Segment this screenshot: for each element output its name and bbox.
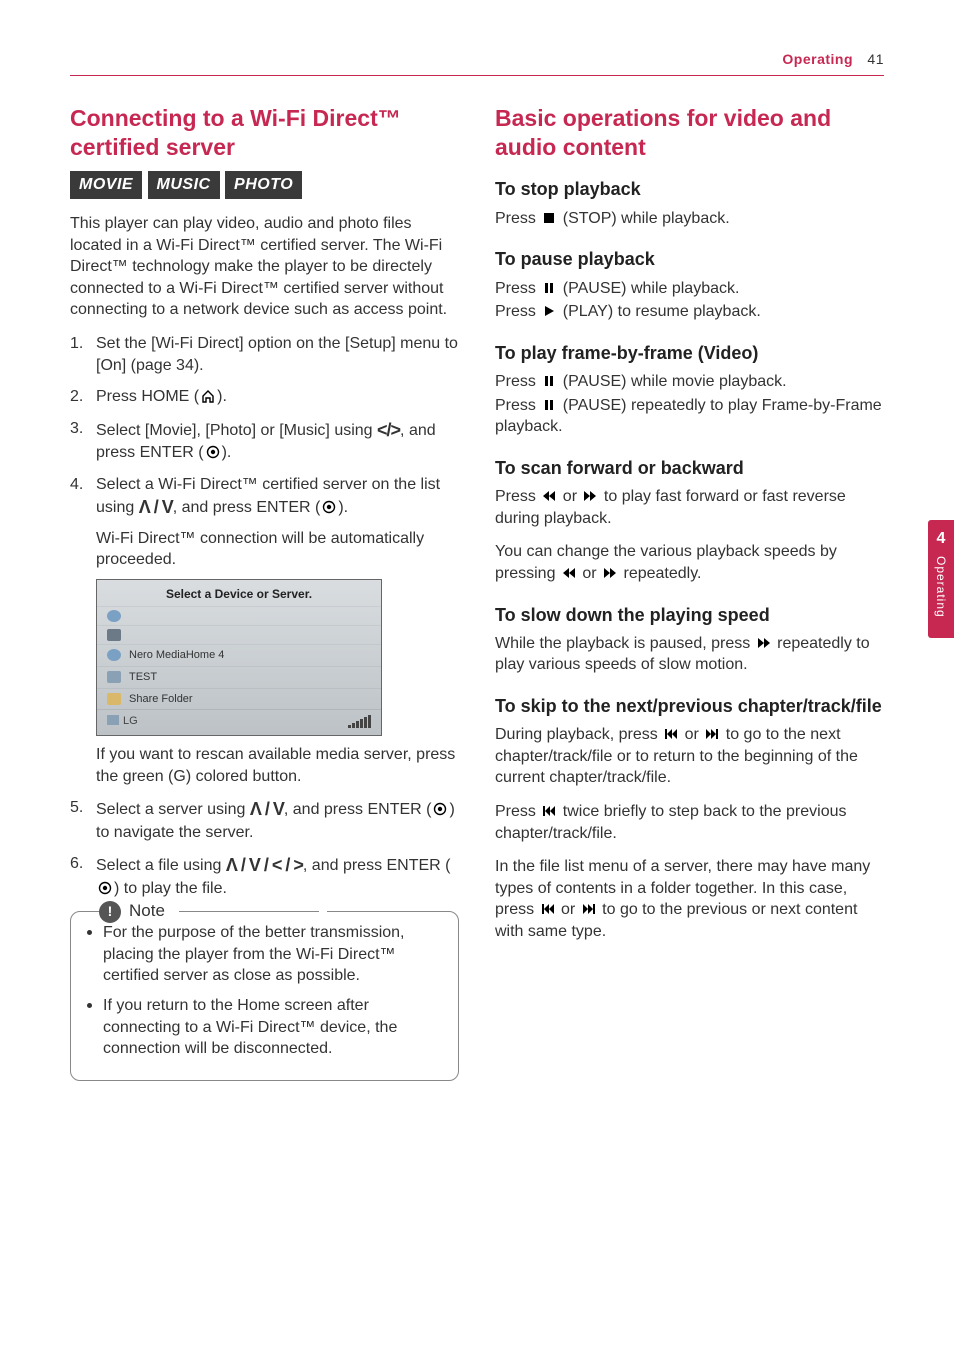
- step-3: Select [Movie], [Photo] or [Music] using…: [70, 418, 459, 464]
- page-header: Operating 41: [70, 50, 884, 76]
- globe-icon: [107, 610, 121, 622]
- step-4-sub: Wi-Fi Direct™ connection will be automat…: [96, 528, 459, 571]
- chip-music: MUSIC: [148, 171, 220, 199]
- home-icon: [201, 389, 215, 407]
- p-stop: Press (STOP) while playback.: [495, 208, 884, 230]
- side-tab-label: Operating: [933, 556, 949, 618]
- globe-icon: [107, 649, 121, 661]
- ss-row: [97, 606, 381, 625]
- folder-icon: [107, 693, 121, 705]
- note-item: If you return to the Home screen after c…: [85, 995, 444, 1060]
- p-scan-2: You can change the various playback spee…: [495, 541, 884, 584]
- note-header: ! Note: [99, 900, 327, 923]
- enter-icon: [322, 500, 336, 518]
- enter-icon: [433, 802, 447, 820]
- p-skip-2: Press twice briefly to step back to the …: [495, 801, 884, 844]
- enter-icon: [206, 445, 220, 463]
- all-arrows-icon: Λ / V / < / >: [226, 855, 303, 875]
- note-label: Note: [129, 900, 165, 923]
- skip-forward-icon: [582, 902, 596, 920]
- pause-icon: [542, 281, 556, 299]
- note-rule: [179, 911, 319, 912]
- h-pause: To pause playback: [495, 247, 884, 271]
- step-4: Select a Wi-Fi Direct™ certified server …: [70, 474, 459, 788]
- signal-icon: [348, 715, 371, 728]
- step-1: Set the [Wi-Fi Direct] option on the [Se…: [70, 333, 459, 376]
- step-2: Press HOME ().: [70, 386, 459, 408]
- p-skip-3: In the file list menu of a server, there…: [495, 856, 884, 942]
- chip-movie: MOVIE: [70, 171, 142, 199]
- up-down-icon: Λ / V: [139, 497, 173, 517]
- device-icon: [107, 629, 121, 641]
- skip-back-icon: [664, 727, 678, 745]
- note-item: For the purpose of the better transmissi…: [85, 922, 444, 987]
- note-box: ! Note For the purpose of the better tra…: [70, 911, 459, 1081]
- h-frame: To play frame-by-frame (Video): [495, 341, 884, 365]
- ss-row: TEST: [97, 666, 381, 688]
- side-tab: 4 Operating: [928, 520, 954, 638]
- p-frame-2: Press (PAUSE) repeatedly to play Frame-b…: [495, 395, 884, 438]
- left-right-icon: </>: [377, 420, 400, 440]
- skip-back-icon: [542, 804, 556, 822]
- ss-row: Share Folder: [97, 688, 381, 710]
- ss-footer: LG: [97, 709, 381, 735]
- header-section: Operating: [782, 51, 853, 67]
- note-list: For the purpose of the better transmissi…: [85, 922, 444, 1060]
- p-slow: While the playback is paused, press repe…: [495, 633, 884, 676]
- left-steps: Set the [Wi-Fi Direct] option on the [Se…: [70, 333, 459, 899]
- pc-icon: [107, 671, 121, 683]
- left-column: Connecting to a Wi-Fi Direct™ certified …: [70, 104, 459, 1081]
- pause-icon: [542, 374, 556, 392]
- ss-row: Nero MediaHome 4: [97, 644, 381, 666]
- up-down-icon: Λ / V: [250, 799, 284, 819]
- ss-title: Select a Device or Server.: [97, 580, 381, 606]
- p-skip-1: During playback, press or to go to the n…: [495, 724, 884, 789]
- pause-icon: [542, 398, 556, 416]
- h-scan: To scan forward or backward: [495, 456, 884, 480]
- play-icon: [542, 304, 556, 322]
- h-stop: To stop playback: [495, 177, 884, 201]
- side-tab-number: 4: [928, 528, 954, 550]
- pc-icon: [107, 715, 119, 725]
- enter-icon: [98, 881, 112, 899]
- server-select-screenshot: Select a Device or Server. Nero MediaHom…: [96, 579, 382, 737]
- step-4-after: If you want to rescan available media se…: [96, 744, 459, 787]
- header-page-number: 41: [867, 51, 884, 67]
- media-chips: MOVIE MUSIC PHOTO: [70, 171, 459, 199]
- fast-forward-icon: [603, 566, 617, 584]
- right-title: Basic operations for video and audio con…: [495, 104, 884, 162]
- fast-forward-icon: [583, 489, 597, 507]
- right-column: Basic operations for video and audio con…: [495, 104, 884, 1081]
- h-slow: To slow down the playing speed: [495, 603, 884, 627]
- rewind-icon: [562, 566, 576, 584]
- step-5: Select a server using Λ / V, and press E…: [70, 797, 459, 843]
- p-pause-2: Press (PLAY) to resume playback.: [495, 301, 884, 323]
- step-6: Select a file using Λ / V / < / >, and p…: [70, 853, 459, 899]
- ss-row: [97, 625, 381, 644]
- p-frame-1: Press (PAUSE) while movie playback.: [495, 371, 884, 393]
- stop-icon: [542, 211, 556, 229]
- note-icon: !: [99, 901, 121, 923]
- fast-forward-icon: [757, 636, 771, 654]
- skip-forward-icon: [705, 727, 719, 745]
- left-intro: This player can play video, audio and ph…: [70, 213, 459, 321]
- p-scan-1: Press or to play fast forward or fast re…: [495, 486, 884, 529]
- skip-back-icon: [541, 902, 555, 920]
- chip-photo: PHOTO: [225, 171, 302, 199]
- left-title: Connecting to a Wi-Fi Direct™ certified …: [70, 104, 459, 162]
- rewind-icon: [542, 489, 556, 507]
- p-pause-1: Press (PAUSE) while playback.: [495, 278, 884, 300]
- h-skip: To skip to the next/previous chapter/tra…: [495, 694, 884, 718]
